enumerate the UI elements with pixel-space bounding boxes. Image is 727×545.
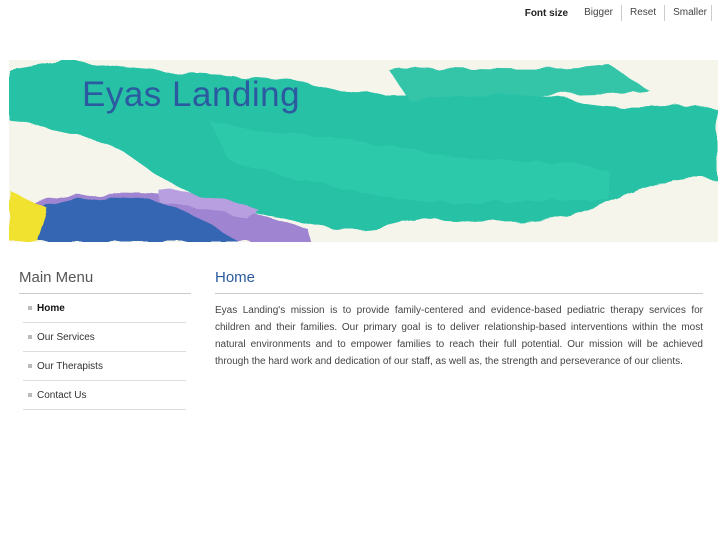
main-menu: Home Our Services Our Therapists Contact…	[23, 294, 186, 410]
menu-item-our-services[interactable]: Our Services	[23, 323, 186, 352]
mission-paragraph: Eyas Landing's mission is to provide fam…	[215, 305, 703, 367]
menu-item-contact-us[interactable]: Contact Us	[23, 381, 186, 410]
menu-item-our-therapists[interactable]: Our Therapists	[23, 352, 186, 381]
menu-item-label: Home	[37, 302, 65, 314]
header-banner: Eyas Landing	[9, 60, 718, 242]
menu-item-label: Our Therapists	[37, 360, 103, 372]
menu-item-label: Our Services	[37, 331, 95, 343]
font-reset-link[interactable]: Reset	[622, 5, 666, 21]
font-smaller-link[interactable]: Smaller	[665, 5, 712, 21]
font-size-label: Font size	[524, 7, 569, 19]
page-title: Home	[215, 265, 703, 294]
main-content: Home Eyas Landing's mission is to provid…	[215, 265, 703, 370]
sidebar: Main Menu Home Our Services Our Therapis…	[19, 265, 191, 410]
bullet-icon	[28, 335, 32, 339]
bullet-icon	[28, 364, 32, 368]
bullet-icon	[28, 306, 32, 310]
sidebar-title: Main Menu	[19, 265, 191, 294]
menu-item-home[interactable]: Home	[23, 294, 186, 323]
font-size-controls: Font size Bigger Reset Smaller	[525, 5, 712, 21]
font-bigger-link[interactable]: Bigger	[576, 5, 622, 21]
menu-item-label: Contact Us	[37, 389, 87, 401]
bullet-icon	[28, 393, 32, 397]
site-title[interactable]: Eyas Landing	[82, 75, 300, 115]
